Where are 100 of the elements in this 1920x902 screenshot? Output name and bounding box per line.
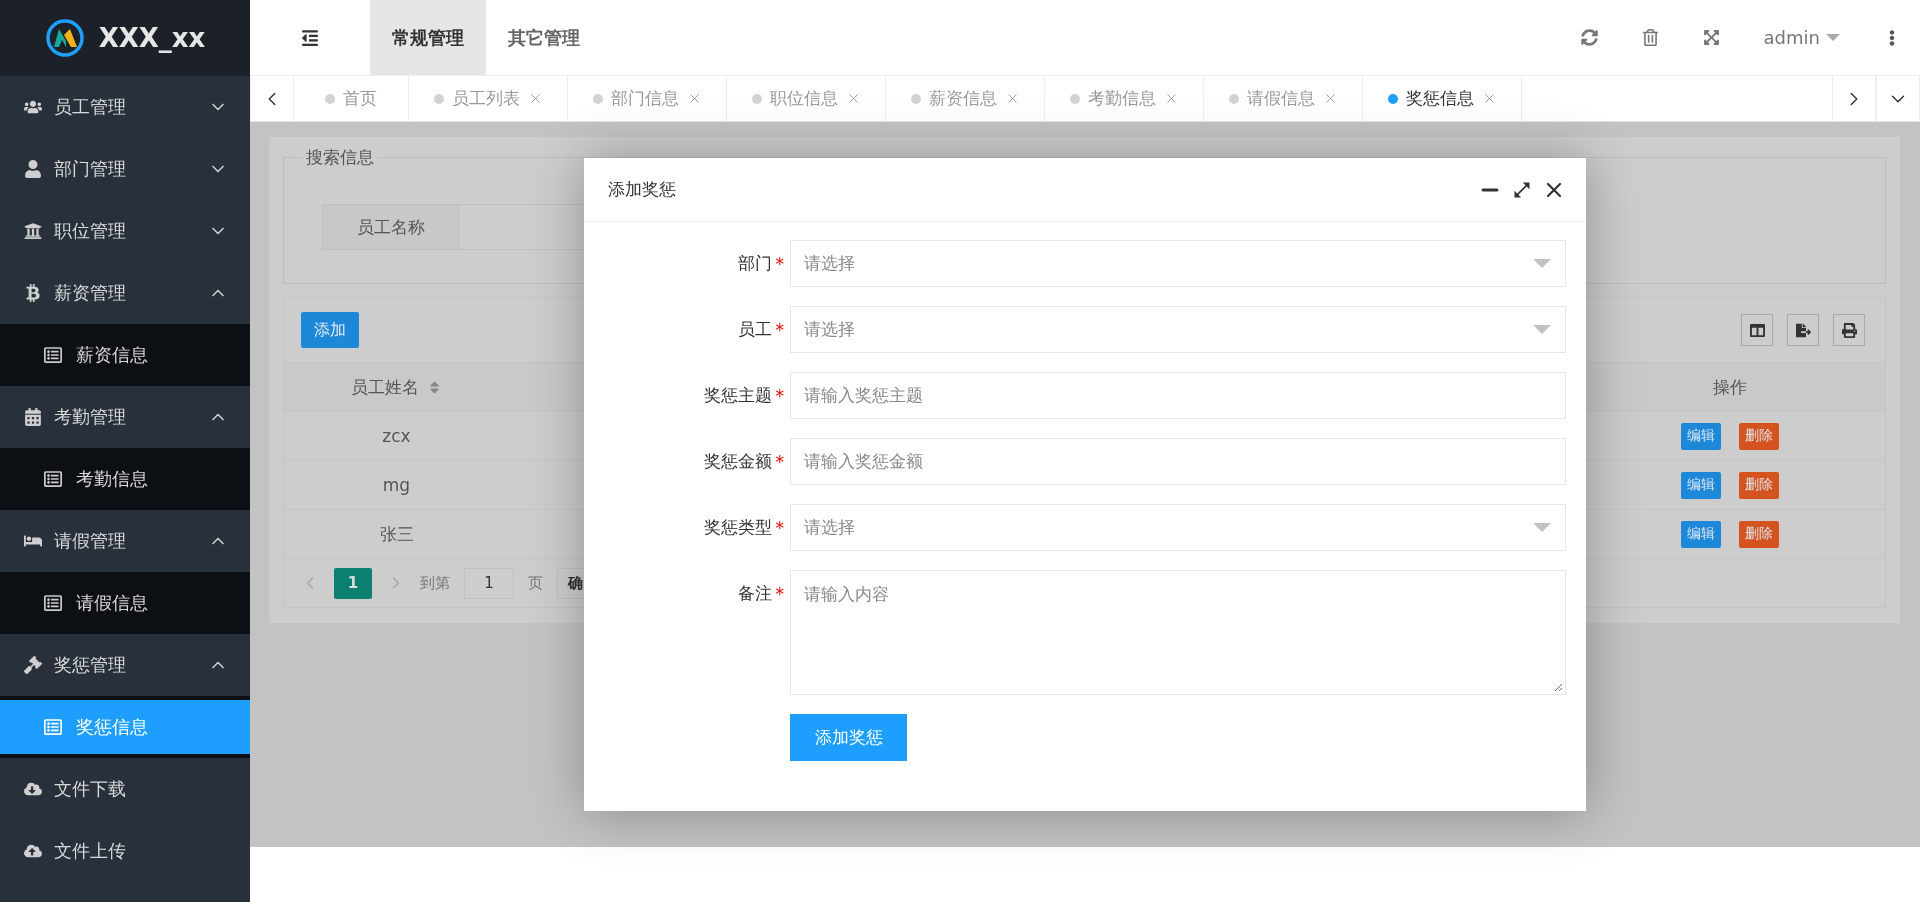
calendar-icon <box>24 408 42 426</box>
tab-label: 职位信息 <box>769 87 838 110</box>
page-tab[interactable]: 职位信息 <box>727 76 886 121</box>
caret-icon <box>1533 523 1551 532</box>
list-icon <box>44 718 62 736</box>
menu-label: 职位管理 <box>54 219 127 243</box>
select-field[interactable]: 请选择 <box>790 240 1566 287</box>
goto-label: 到第 <box>420 573 450 593</box>
menu-item[interactable]: 部门管理 <box>0 138 250 200</box>
submenu-label: 请假信息 <box>76 591 149 615</box>
resize-handle-icon <box>1553 682 1563 692</box>
menu-item[interactable]: 奖惩管理 <box>0 634 250 696</box>
menu-label: 请假管理 <box>54 529 127 553</box>
required-mark: * <box>775 253 784 274</box>
form-label: 奖惩金额 <box>703 450 772 473</box>
columns-icon[interactable] <box>1749 322 1765 338</box>
page-tab[interactable]: 部门信息 <box>568 76 727 121</box>
edit-button[interactable]: 编辑 <box>1681 520 1721 548</box>
form-label: 奖惩主题 <box>703 384 772 407</box>
menu-label: 文件上传 <box>54 839 127 863</box>
delete-button[interactable]: 删除 <box>1739 471 1779 499</box>
submenu-item[interactable]: 奖惩信息 <box>0 700 250 754</box>
page-input[interactable]: 1 <box>464 567 514 599</box>
placeholder: 请输入内容 <box>804 583 890 606</box>
form-label: 奖惩类型 <box>703 516 772 539</box>
menu-label: 员工管理 <box>54 95 127 119</box>
submenu-label: 考勤信息 <box>76 467 149 491</box>
list-icon <box>44 346 62 364</box>
select-field[interactable]: 请选择 <box>790 504 1566 551</box>
placeholder: 请输入奖惩主题 <box>804 384 924 407</box>
list-icon <box>44 594 62 612</box>
table-cell: 张三 <box>284 509 509 558</box>
columns-button[interactable] <box>1741 314 1773 346</box>
page-tab[interactable]: 首页 <box>294 76 409 121</box>
nav-tab[interactable]: 常规管理 <box>370 0 486 75</box>
user-icon <box>24 160 42 178</box>
menu-label: 薪资管理 <box>54 281 127 305</box>
table-cell: mg <box>284 460 509 509</box>
outdent-icon[interactable] <box>301 28 319 47</box>
edit-button[interactable]: 编辑 <box>1681 422 1721 450</box>
users-icon <box>24 98 42 116</box>
required-mark: * <box>775 517 784 538</box>
gavel-icon <box>24 656 42 674</box>
placeholder: 请选择 <box>804 318 856 341</box>
logo-icon <box>44 18 85 58</box>
menu-label: 文件下载 <box>54 777 127 801</box>
edit-button[interactable]: 编辑 <box>1681 471 1721 499</box>
export-button[interactable] <box>1787 314 1819 346</box>
textarea-field[interactable]: 请输入内容 <box>790 570 1566 695</box>
fullscreen-icon[interactable] <box>1702 29 1720 46</box>
list-icon <box>44 470 62 488</box>
dialog-title: 添加奖惩 <box>608 178 677 201</box>
tab-label: 薪资信息 <box>928 87 997 110</box>
search-legend: 搜索信息 <box>302 146 378 169</box>
caret-icon <box>1826 34 1840 41</box>
menu-item[interactable]: 薪资管理 <box>0 262 250 324</box>
current-page[interactable]: 1 <box>334 567 372 599</box>
bank-icon <box>24 222 42 240</box>
trash-icon[interactable] <box>1641 29 1659 46</box>
menu-item[interactable]: 考勤管理 <box>0 386 250 448</box>
export-icon[interactable] <box>1795 322 1811 338</box>
page-tab[interactable]: 薪资信息 <box>886 76 1045 121</box>
print-icon[interactable] <box>1841 322 1857 338</box>
table-cell: zcx <box>284 411 509 460</box>
delete-button[interactable]: 删除 <box>1739 422 1779 450</box>
caret-icon <box>1533 325 1551 334</box>
field-label: 员工名称 <box>322 204 459 250</box>
menu-item[interactable]: 员工管理 <box>0 76 250 138</box>
placeholder: 请输入奖惩金额 <box>804 450 924 473</box>
page-unit: 页 <box>528 573 543 593</box>
user-menu[interactable]: admin <box>1763 27 1840 48</box>
add-button[interactable]: 添加 <box>301 312 359 348</box>
cloud-upload-icon <box>24 842 42 860</box>
placeholder: 请选择 <box>804 252 856 275</box>
menu-item[interactable]: 请假管理 <box>0 510 250 572</box>
form-label: 员工 <box>737 318 772 341</box>
select-field[interactable]: 请选择 <box>790 306 1566 353</box>
tab-label: 请假信息 <box>1246 87 1315 110</box>
tab-label: 首页 <box>343 87 377 110</box>
page-tab[interactable]: 请假信息 <box>1204 76 1363 121</box>
page-tab[interactable]: 考勤信息 <box>1045 76 1204 121</box>
user-name: admin <box>1763 27 1820 48</box>
menu-item[interactable]: 职位管理 <box>0 200 250 262</box>
menu-item[interactable]: 文件下载 <box>0 758 250 820</box>
menu-item[interactable]: 文件上传 <box>0 820 250 882</box>
input-field[interactable]: 请输入奖惩主题 <box>790 372 1566 419</box>
page-tab[interactable]: 员工列表 <box>409 76 568 121</box>
delete-button[interactable]: 删除 <box>1739 520 1779 548</box>
submit-button[interactable]: 添加奖惩 <box>790 714 907 761</box>
column-header[interactable]: 员工姓名 <box>284 362 509 411</box>
required-mark: * <box>775 319 784 340</box>
menu-label: 考勤管理 <box>54 405 127 429</box>
print-button[interactable] <box>1833 314 1865 346</box>
caret-icon <box>1533 259 1551 268</box>
menu-label: 部门管理 <box>54 157 127 181</box>
page-tab[interactable]: 奖惩信息 <box>1363 76 1522 121</box>
nav-tab[interactable]: 其它管理 <box>486 0 602 75</box>
bitcoin-icon <box>24 284 42 302</box>
refresh-icon[interactable] <box>1580 29 1598 46</box>
input-field[interactable]: 请输入奖惩金额 <box>790 438 1566 485</box>
